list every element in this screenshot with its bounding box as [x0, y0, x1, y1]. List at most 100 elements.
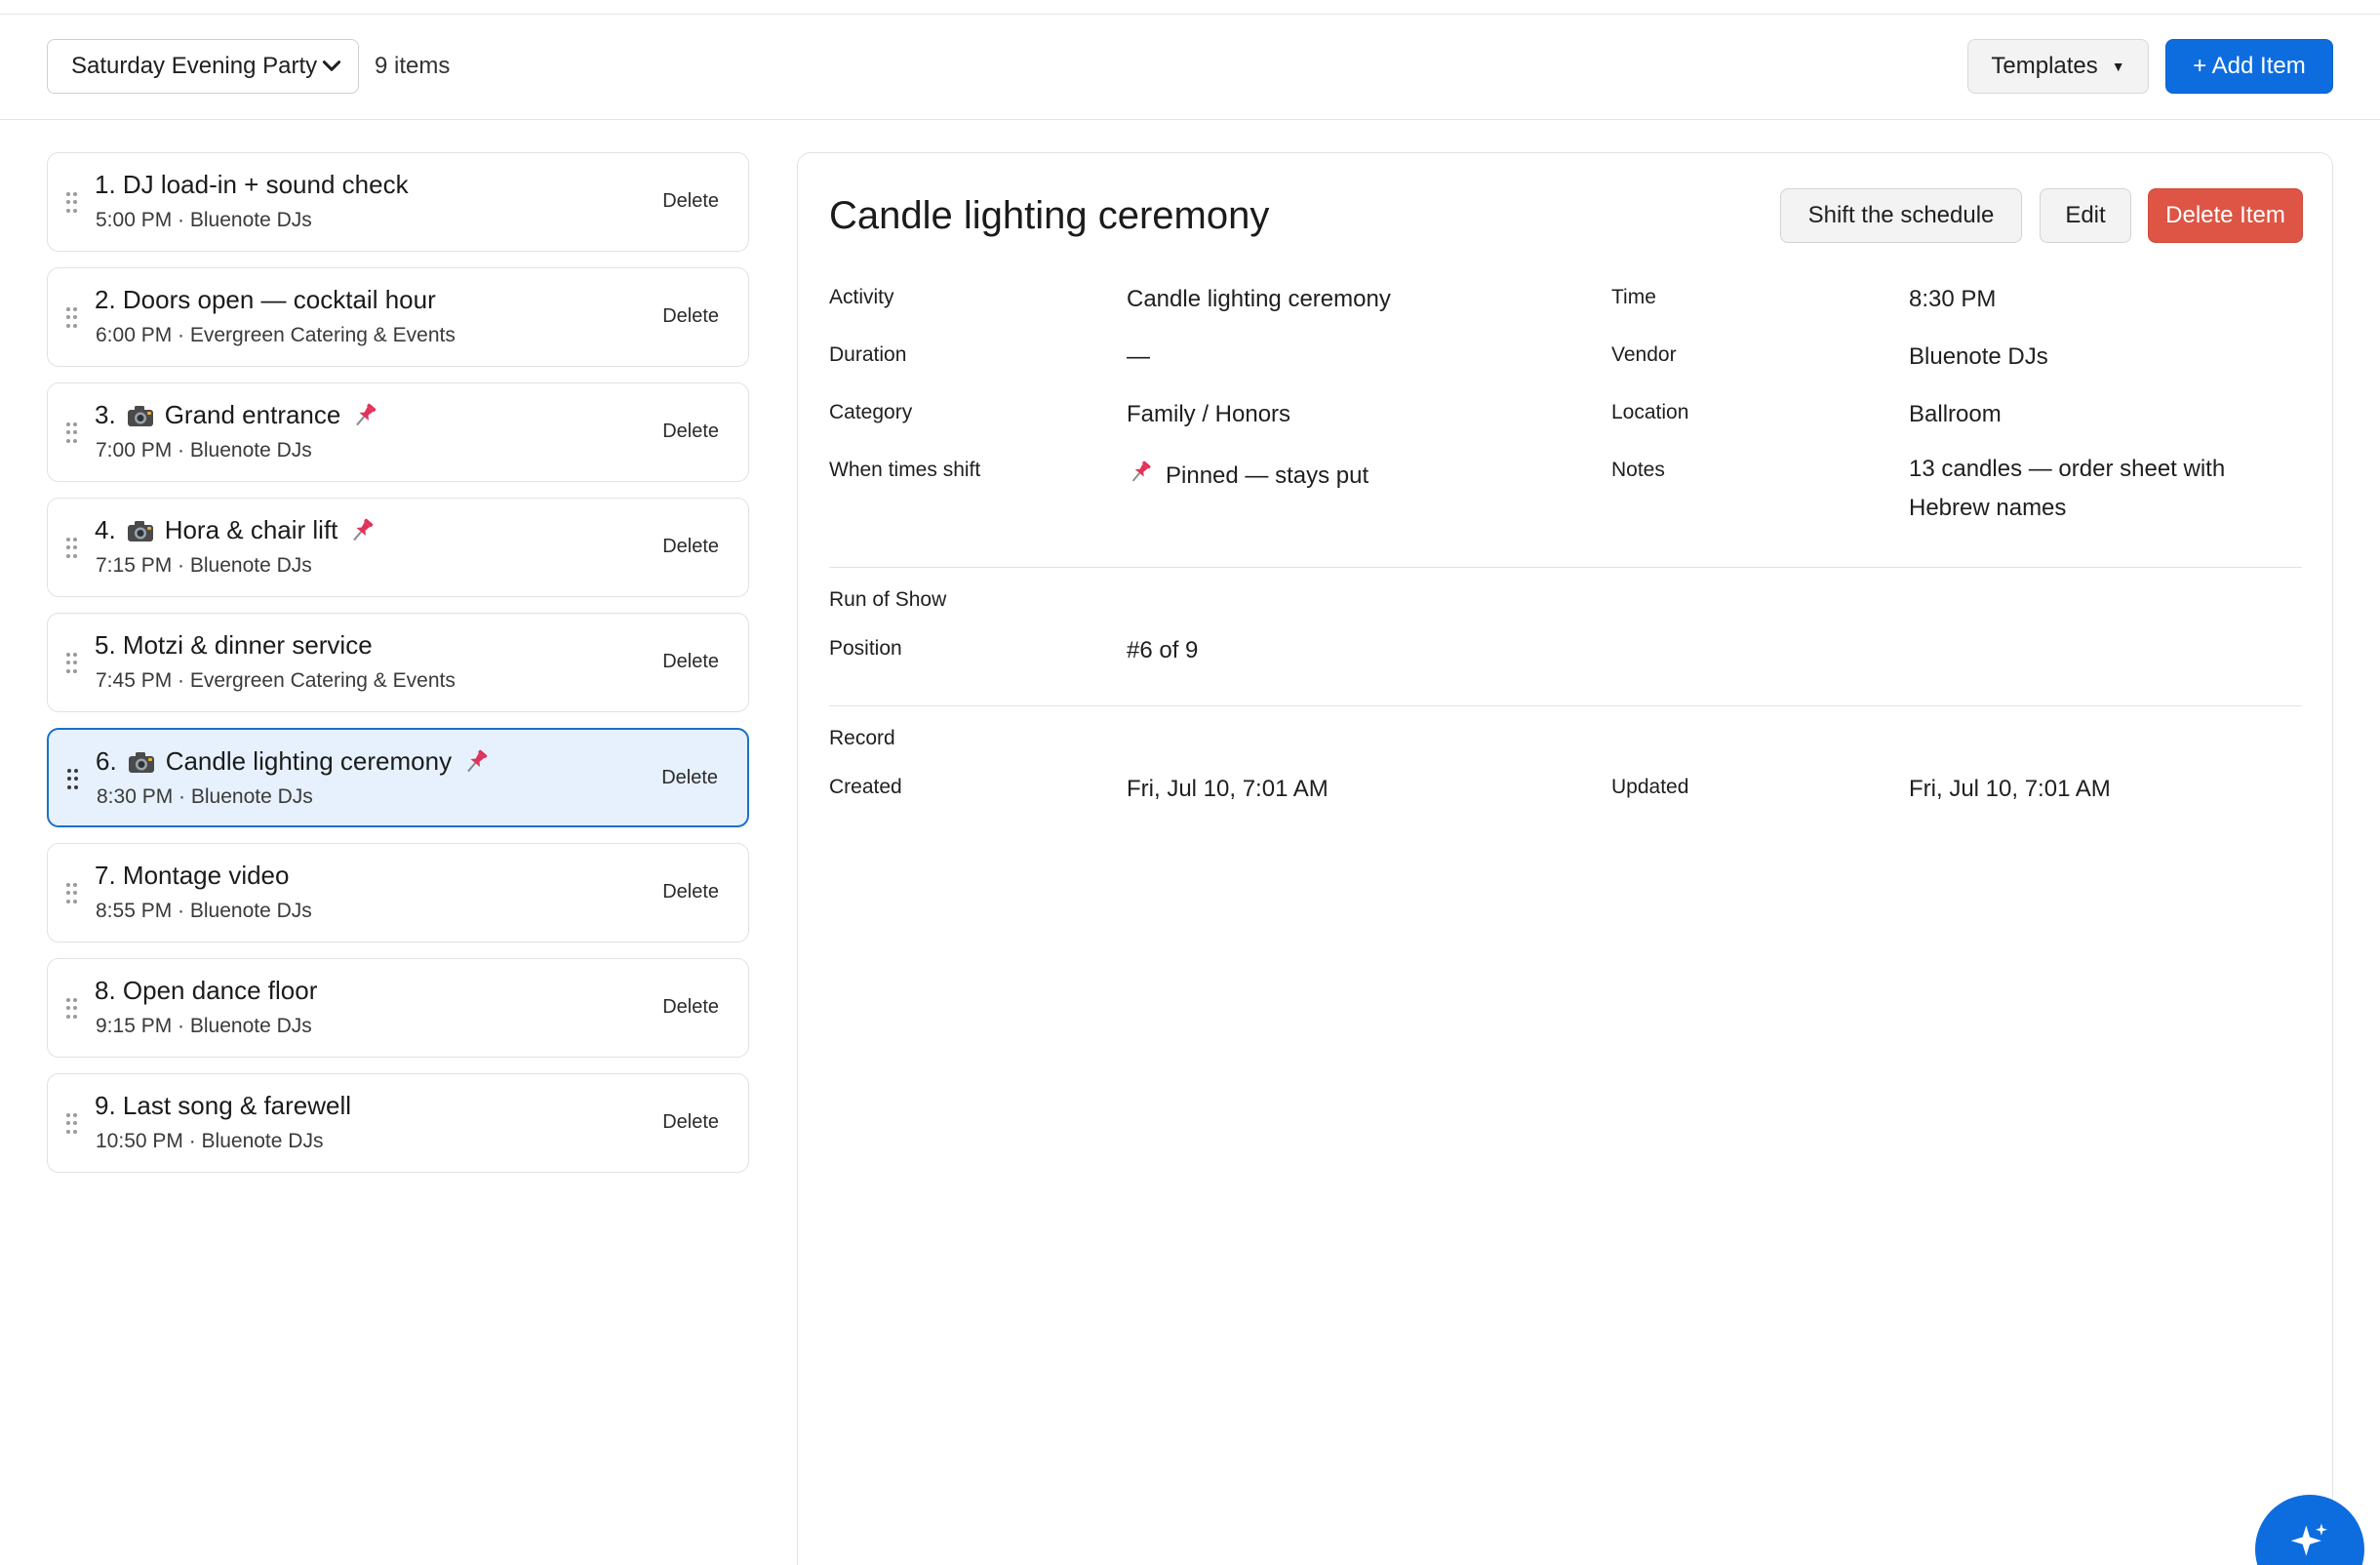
- item-title-row: 2. Doors open — cocktail hour: [95, 285, 436, 315]
- list-item[interactable]: 2. Doors open — cocktail hour 6:00 PM · E…: [47, 267, 749, 367]
- updated-label: Updated: [1611, 776, 1689, 798]
- notes-value: 13 candles — order sheet with Hebrew nam…: [1909, 456, 2226, 521]
- item-title: 4.: [95, 515, 116, 544]
- created-label: Created: [829, 776, 902, 798]
- templates-label: Templates: [1991, 53, 2098, 79]
- activity-value: Candle lighting ceremony: [1127, 286, 1391, 312]
- list-item[interactable]: 4. Hora & chair lift 7:15 PM · Bluenote DJ…: [47, 498, 749, 597]
- item-title: 5. Motzi & dinner service: [95, 630, 373, 660]
- drag-handle-icon[interactable]: [66, 192, 78, 214]
- activity-label: Activity: [829, 286, 894, 308]
- created-value: Fri, Jul 10, 7:01 AM: [1127, 776, 1329, 802]
- notes-label: Notes: [1611, 459, 1665, 481]
- section-divider: [829, 567, 2302, 568]
- item-title-row: 5. Motzi & dinner service: [95, 630, 373, 661]
- delete-item-button[interactable]: Delete Item: [2148, 188, 2303, 243]
- shift-text: Pinned — stays put: [1166, 462, 1369, 489]
- item-subtitle: 9:15 PM · Bluenote DJs: [96, 1015, 312, 1037]
- drag-handle-icon[interactable]: [66, 538, 78, 559]
- list-item[interactable]: 5. Motzi & dinner service 7:45 PM · Everg…: [47, 613, 749, 712]
- edit-button[interactable]: Edit: [2040, 188, 2131, 243]
- pushpin-icon: [461, 747, 491, 777]
- detail-title: Candle lighting ceremony: [829, 194, 1270, 237]
- item-subtitle: 7:00 PM · Bluenote DJs: [96, 439, 312, 461]
- drag-handle-icon[interactable]: [66, 422, 78, 444]
- caret-down-icon: ▼: [2111, 59, 2125, 74]
- delete-button[interactable]: Delete: [662, 881, 719, 903]
- item-count: 9 items: [375, 53, 451, 79]
- location-value: Ballroom: [1909, 401, 2002, 427]
- drag-handle-icon[interactable]: [67, 769, 79, 790]
- list-item[interactable]: 7. Montage video 8:55 PM · Bluenote DJs De…: [47, 843, 749, 943]
- item-subtitle: 10:50 PM · Bluenote DJs: [96, 1130, 324, 1152]
- add-item-button[interactable]: + Add Item: [2165, 39, 2333, 94]
- pushpin-icon: [1127, 459, 1154, 486]
- category-value: Family / Honors: [1127, 401, 1291, 427]
- templates-button[interactable]: Templates ▼: [1967, 39, 2149, 94]
- camera-icon: [127, 749, 156, 775]
- schedule-select-value: Saturday Evening Party: [71, 53, 318, 79]
- category-label: Category: [829, 401, 913, 423]
- pushpin-icon: [347, 516, 377, 545]
- pushpin-icon: [350, 401, 379, 430]
- list-item[interactable]: 9. Last song & farewell 10:50 PM · Blueno…: [47, 1073, 749, 1173]
- item-subtitle: 7:45 PM · Evergreen Catering & Events: [96, 669, 456, 692]
- item-title: 3.: [95, 400, 116, 429]
- delete-button[interactable]: Delete: [662, 651, 719, 673]
- list-item[interactable]: 6. Candle lighting ceremony 8:30 PM · Blue…: [47, 728, 749, 827]
- record-heading: Record: [829, 727, 895, 749]
- delete-button[interactable]: Delete: [662, 421, 719, 443]
- vendor-value: Bluenote DJs: [1909, 343, 2048, 370]
- duration-value: —: [1127, 343, 1150, 370]
- time-label: Time: [1611, 286, 1656, 308]
- camera-icon: [126, 403, 155, 428]
- run-of-show-heading: Run of Show: [829, 588, 947, 611]
- delete-button[interactable]: Delete: [661, 767, 718, 789]
- camera-icon: [126, 518, 155, 543]
- drag-handle-icon[interactable]: [66, 998, 78, 1020]
- shift-schedule-button[interactable]: Shift the schedule: [1780, 188, 2022, 243]
- schedule-select[interactable]: Saturday Evening Party: [47, 39, 359, 94]
- item-subtitle: 7:15 PM · Bluenote DJs: [96, 554, 312, 577]
- drag-handle-icon[interactable]: [66, 883, 78, 904]
- location-label: Location: [1611, 401, 1689, 423]
- updated-value: Fri, Jul 10, 7:01 AM: [1909, 776, 2111, 802]
- item-title-text: Candle lighting ceremony: [165, 746, 453, 776]
- delete-button[interactable]: Delete: [662, 536, 719, 558]
- delete-button[interactable]: Delete: [662, 996, 719, 1019]
- item-title-row: 8. Open dance floor: [95, 976, 317, 1006]
- item-title: 6.: [96, 746, 117, 776]
- section-divider: [829, 705, 2302, 706]
- item-title-text: Hora & chair lift: [164, 515, 338, 544]
- item-title: 1. DJ load-in + sound check: [95, 170, 409, 199]
- delete-button[interactable]: Delete: [662, 305, 719, 328]
- sparkle-icon: [2290, 1523, 2327, 1556]
- delete-button[interactable]: Delete: [662, 190, 719, 213]
- item-subtitle: 5:00 PM · Bluenote DJs: [96, 209, 312, 231]
- item-title-row: 6. Candle lighting ceremony: [96, 746, 491, 777]
- chevron-down-icon: [322, 60, 341, 71]
- vendor-label: Vendor: [1611, 343, 1677, 366]
- position-label: Position: [829, 637, 902, 660]
- list-item[interactable]: 8. Open dance floor 9:15 PM · Bluenote DJ…: [47, 958, 749, 1058]
- item-subtitle: 6:00 PM · Evergreen Catering & Events: [96, 324, 456, 346]
- position-value: #6 of 9: [1127, 637, 1199, 663]
- duration-label: Duration: [829, 343, 907, 366]
- item-title: 7. Montage video: [95, 861, 290, 890]
- item-title: 8. Open dance floor: [95, 976, 318, 1005]
- when-times-shift-label: When times shift: [829, 459, 981, 481]
- list-item[interactable]: 3. Grand entrance 7:00 PM · Bluenote DJs De…: [47, 382, 749, 482]
- item-title-row: 1. DJ load-in + sound check: [95, 170, 409, 200]
- drag-handle-icon[interactable]: [66, 307, 78, 329]
- item-subtitle: 8:55 PM · Bluenote DJs: [96, 900, 312, 922]
- delete-button[interactable]: Delete: [662, 1111, 719, 1134]
- item-title: 9. Last song & farewell: [95, 1091, 352, 1120]
- drag-handle-icon[interactable]: [66, 653, 78, 674]
- item-title-row: 9. Last song & farewell: [95, 1091, 351, 1121]
- item-title-text: Grand entrance: [164, 400, 341, 429]
- item-subtitle: 8:30 PM · Bluenote DJs: [97, 785, 313, 808]
- item-detail-panel: Candle lighting ceremony Shift the sched…: [797, 152, 2333, 1565]
- drag-handle-icon[interactable]: [66, 1113, 78, 1135]
- time-value: 8:30 PM: [1909, 286, 1997, 312]
- list-item[interactable]: 1. DJ load-in + sound check 5:00 PM · Blu…: [47, 152, 749, 252]
